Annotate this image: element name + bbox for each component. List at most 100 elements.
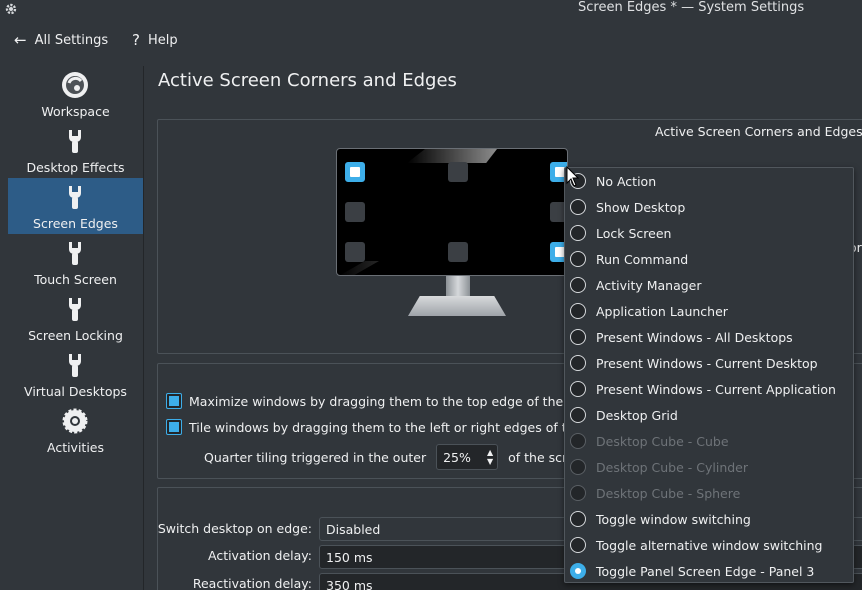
menu-item-label: Application Launcher [596, 303, 728, 319]
menu-item-present-windows-current-app[interactable]: Present Windows - Current Application [565, 376, 853, 402]
edge-bottom-left-button[interactable] [345, 242, 365, 262]
edge-top-left-button[interactable] [345, 162, 365, 182]
menu-item-present-windows-current-desktop[interactable]: Present Windows - Current Desktop [565, 350, 853, 376]
quarter-prefix-label: Quarter tiling triggered in the outer [204, 449, 427, 465]
sidebar-item-screen-locking[interactable]: Screen Locking [8, 290, 143, 346]
menu-item-desktop-cylinder: Desktop Cube - Cylinder [565, 454, 853, 480]
sidebar-item-virtual-desktops[interactable]: Virtual Desktops [8, 346, 143, 402]
panel-caption: Active Screen Corners and Edges [655, 124, 862, 139]
quarter-tiling-row: Quarter tiling triggered in the outer 25… [204, 444, 582, 470]
radio-button[interactable] [570, 407, 586, 423]
toolbar: ← All Settings ? Help [0, 24, 862, 56]
all-settings-button[interactable]: ← All Settings [14, 30, 108, 50]
tile-checkbox[interactable] [166, 419, 182, 435]
maximize-label: Maximize windows by dragging them to the… [189, 393, 581, 409]
sidebar-item-activities[interactable]: Activities [8, 402, 143, 458]
window-title: Screen Edges * — System Settings [578, 0, 805, 15]
sidebar-item-label: Screen Edges [33, 216, 118, 231]
edge-left-button[interactable] [345, 202, 365, 222]
sidebar-item-label: Activities [46, 440, 105, 455]
switch-desktop-label: Switch desktop on edge: [157, 521, 312, 536]
question-mark-icon: ? [132, 31, 140, 49]
menu-item-desktop-sphere: Desktop Cube - Sphere [565, 480, 853, 506]
menu-item-no-action[interactable]: No Action [565, 168, 853, 194]
quarter-value: 25% [443, 449, 471, 465]
help-label: Help [147, 32, 178, 48]
quarter-tiling-spinbox[interactable]: 25% ▲ ▼ [436, 444, 499, 470]
menu-item-run-command[interactable]: Run Command [565, 246, 853, 272]
sidebar-item-workspace[interactable]: Workspace [8, 66, 143, 122]
radio-button[interactable] [570, 303, 586, 319]
sidebar-divider [143, 66, 144, 590]
sidebar-item-screen-edges[interactable]: Screen Edges [8, 178, 143, 234]
arrow-left-icon: ← [14, 31, 27, 49]
edge-bottom-button[interactable] [448, 242, 468, 262]
sidebar-item-desktop-effects[interactable]: Desktop Effects [8, 122, 143, 178]
radio-button-checked[interactable] [570, 563, 586, 579]
workspace-icon [62, 72, 88, 98]
spin-arrows-icon[interactable]: ▲ ▼ [487, 448, 493, 466]
radio-button[interactable] [570, 277, 586, 293]
menu-item-label: Activity Manager [596, 277, 702, 293]
radio-button[interactable] [570, 251, 586, 267]
activities-icon [62, 408, 88, 434]
maximize-checkbox[interactable] [166, 393, 182, 409]
sidebar: Workspace Desktop Effects Screen Edges T… [8, 66, 143, 590]
sidebar-item-label: Touch Screen [34, 272, 117, 287]
menu-item-label: Present Windows - All Desktops [596, 329, 793, 345]
edge-top-button[interactable] [448, 162, 468, 182]
menu-item-show-desktop[interactable]: Show Desktop [565, 194, 853, 220]
sidebar-item-label: Workspace [41, 104, 110, 119]
radio-button[interactable] [570, 381, 586, 397]
radio-button[interactable] [570, 511, 586, 527]
activation-delay-value: 150 ms [326, 549, 373, 565]
radio-button[interactable] [570, 329, 586, 345]
all-settings-label: All Settings [34, 32, 109, 48]
sidebar-item-touch-screen[interactable]: Touch Screen [8, 234, 143, 290]
radio-button[interactable] [570, 355, 586, 371]
radio-button [570, 433, 586, 449]
menu-item-desktop-grid[interactable]: Desktop Grid [565, 402, 853, 428]
wrench-icon [69, 354, 81, 377]
page-title: Active Screen Corners and Edges [158, 70, 457, 91]
monitor-base [408, 296, 506, 316]
menu-item-label: Toggle Panel Screen Edge - Panel 3 [596, 563, 815, 579]
menu-item-label: Desktop Cube - Cube [596, 433, 729, 449]
edge-action-menu: No Action Show Desktop Lock Screen Run C… [564, 167, 854, 583]
menu-item-label: Desktop Cube - Cylinder [596, 459, 749, 475]
monitor-stand [446, 276, 470, 298]
tile-option[interactable]: Tile windows by dragging them to the lef… [166, 418, 582, 436]
wrench-icon [69, 298, 81, 321]
menu-item-present-windows-all[interactable]: Present Windows - All Desktops [565, 324, 853, 350]
menu-item-toggle-window-switching[interactable]: Toggle window switching [565, 506, 853, 532]
menu-item-label: Toggle alternative window switching [596, 537, 823, 553]
menu-item-label: No Action [596, 173, 657, 189]
radio-button[interactable] [570, 199, 586, 215]
menu-item-label: Lock Screen [596, 225, 672, 241]
screen-glare [337, 261, 379, 275]
menu-item-label: Toggle window switching [596, 511, 751, 527]
settings-gear-icon[interactable] [4, 2, 18, 16]
menu-item-label: Desktop Grid [596, 407, 678, 423]
reactivation-delay-label: Reactivation delay: [192, 576, 312, 590]
menu-item-toggle-panel-edge[interactable]: Toggle Panel Screen Edge - Panel 3 [565, 558, 853, 584]
maximize-option[interactable]: Maximize windows by dragging them to the… [166, 392, 581, 410]
activation-delay-label: Activation delay: [207, 548, 312, 563]
radio-button[interactable] [570, 537, 586, 553]
menu-item-label: Desktop Cube - Sphere [596, 485, 741, 501]
switch-desktop-value: Disabled [326, 521, 381, 537]
wrench-icon [69, 242, 81, 265]
sidebar-item-label: Screen Locking [28, 328, 123, 343]
menu-item-label: Show Desktop [596, 199, 686, 215]
menu-item-label: Present Windows - Current Application [596, 381, 836, 397]
menu-item-activity-manager[interactable]: Activity Manager [565, 272, 853, 298]
reactivation-delay-value: 350 ms [326, 577, 373, 590]
menu-item-lock-screen[interactable]: Lock Screen [565, 220, 853, 246]
menu-item-application-launcher[interactable]: Application Launcher [565, 298, 853, 324]
menu-item-toggle-alt-window-switching[interactable]: Toggle alternative window switching [565, 532, 853, 558]
menu-item-label: Run Command [596, 251, 689, 267]
help-button[interactable]: ? Help [132, 30, 178, 50]
sidebar-item-label: Virtual Desktops [24, 384, 127, 399]
radio-button[interactable] [570, 225, 586, 241]
tile-label: Tile windows by dragging them to the lef… [189, 419, 583, 435]
